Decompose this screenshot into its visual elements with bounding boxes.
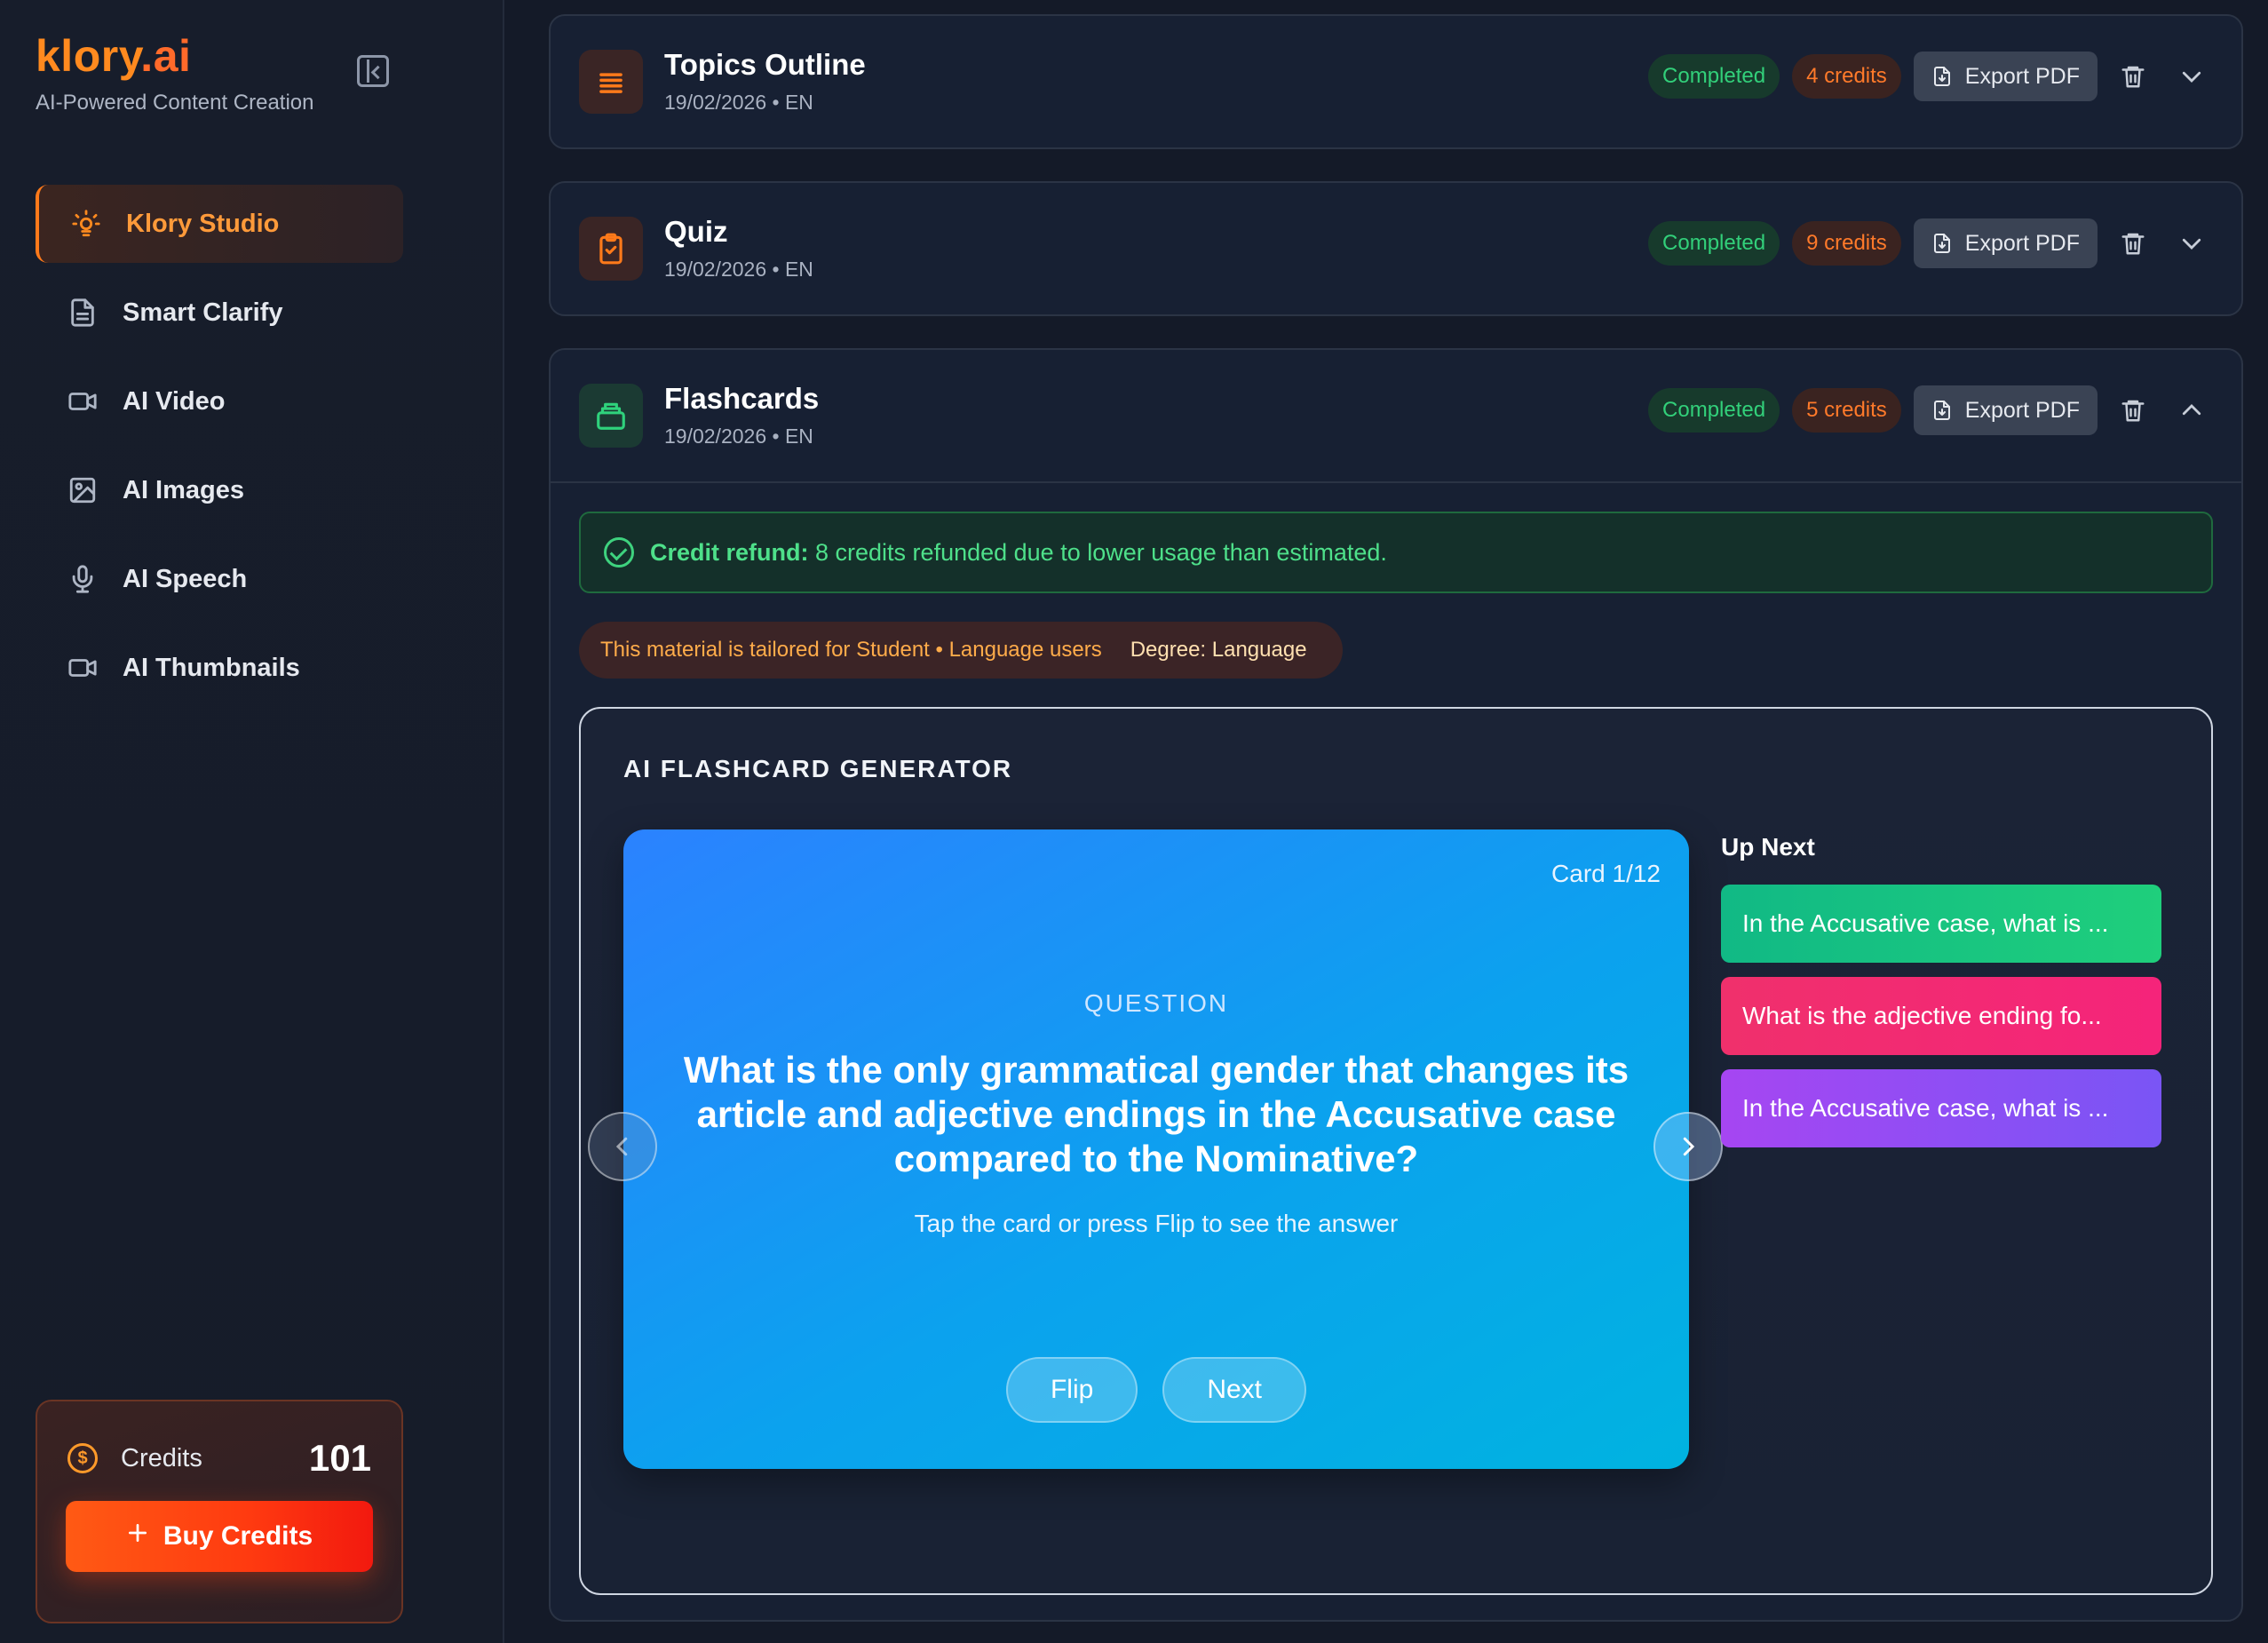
item-title: Topics Outline — [664, 48, 866, 81]
credits-balance: 101 — [308, 1437, 371, 1479]
sidebar-nav: Klory Studio Smart Clarify AI Video AI I… — [36, 185, 403, 718]
up-next-item[interactable]: In the Accusative case, what is ... — [1721, 885, 2161, 963]
sidebar: klory.ai AI-Powered Content Creation Klo… — [0, 0, 504, 1643]
sidebar-item-label: AI Speech — [123, 564, 248, 593]
bulb-icon — [71, 209, 101, 239]
export-pdf-button[interactable]: Export PDF — [1913, 218, 2098, 268]
credits-badge: 4 credits — [1792, 54, 1901, 99]
up-next-panel: Up Next In the Accusative case, what is … — [1721, 829, 2161, 1162]
tailored-for-badge: This material is tailored for Student • … — [579, 622, 1343, 679]
chevron-down-icon[interactable] — [2169, 220, 2215, 266]
item-meta: 19/02/2026 • EN — [664, 91, 813, 114]
degree-text: Degree: Language — [1130, 638, 1307, 662]
sidebar-item-ai-thumbnails[interactable]: AI Thumbnails — [36, 629, 403, 707]
flip-button[interactable]: Flip — [1005, 1357, 1138, 1423]
chevron-right-icon — [1683, 1137, 1695, 1156]
card-counter: Card 1/12 — [1551, 860, 1661, 887]
export-label: Export PDF — [1964, 230, 2080, 256]
credits-card: $ Credits 101 Buy Credits — [36, 1400, 403, 1623]
generator-title: AI FLASHCARD GENERATOR — [623, 755, 1013, 782]
card-side-label: QUESTION — [1083, 989, 1229, 1017]
next-card-arrow-button[interactable] — [1653, 1112, 1723, 1181]
content-item-quiz: Quiz 19/02/2026 • EN Completed 9 credits… — [549, 181, 2243, 316]
sidebar-item-label: AI Images — [123, 475, 244, 504]
cards-stack-icon — [579, 384, 643, 448]
item-header[interactable]: Flashcards 19/02/2026 • EN Completed 5 c… — [551, 350, 2241, 481]
flip-hint: Tap the card or press Flip to see the an… — [914, 1210, 1399, 1237]
video-icon — [67, 653, 98, 683]
refund-text: 8 credits refunded due to lower usage th… — [815, 538, 1387, 566]
export-pdf-button[interactable]: Export PDF — [1913, 385, 2098, 435]
tailored-text: This material is tailored for Student • … — [600, 638, 1102, 662]
brand-logo[interactable]: klory.ai — [36, 30, 314, 82]
chevron-left-icon — [615, 1137, 628, 1156]
clipboard-check-icon — [579, 217, 643, 281]
flashcard-generator: AI FLASHCARD GENERATOR Card 1/12 QUESTIO… — [579, 707, 2213, 1595]
chevron-up-icon[interactable] — [2169, 387, 2215, 433]
status-badge: Completed — [1648, 388, 1780, 433]
trash-icon[interactable] — [2110, 53, 2156, 99]
content-item-flashcards: Flashcards 19/02/2026 • EN Completed 5 c… — [549, 348, 2243, 1622]
microphone-icon — [67, 564, 98, 594]
question-text: What is the only grammatical gender that… — [683, 1049, 1630, 1179]
list-icon — [579, 50, 643, 114]
file-download-icon — [1933, 67, 1950, 86]
sidebar-item-ai-video[interactable]: AI Video — [36, 362, 403, 441]
sidebar-item-label: Klory Studio — [126, 209, 280, 238]
trash-icon[interactable] — [2110, 220, 2156, 266]
up-next-item[interactable]: In the Accusative case, what is ... — [1721, 1069, 2161, 1147]
buy-credits-button[interactable]: Buy Credits — [66, 1501, 373, 1572]
credits-badge: 5 credits — [1792, 388, 1901, 433]
item-title: Quiz — [664, 215, 728, 248]
divider — [551, 481, 2241, 483]
item-meta: 19/02/2026 • EN — [664, 425, 813, 448]
sidebar-item-label: AI Thumbnails — [123, 653, 300, 682]
item-title: Flashcards — [664, 382, 820, 415]
up-next-title: Up Next — [1721, 833, 1815, 861]
trash-icon[interactable] — [2110, 387, 2156, 433]
document-icon — [67, 298, 98, 328]
export-label: Export PDF — [1964, 63, 2080, 89]
item-header[interactable]: Quiz 19/02/2026 • EN Completed 9 credits… — [551, 183, 2241, 314]
status-badge: Completed — [1648, 54, 1780, 99]
status-badge: Completed — [1648, 221, 1780, 266]
sidebar-item-ai-images[interactable]: AI Images — [36, 451, 403, 529]
buy-credits-label: Buy Credits — [163, 1521, 313, 1551]
file-download-icon — [1933, 234, 1950, 253]
brand-subtitle: AI-Powered Content Creation — [36, 91, 314, 115]
item-header[interactable]: Topics Outline 19/02/2026 • EN Completed… — [551, 16, 2241, 147]
coin-icon: $ — [67, 1443, 98, 1473]
sidebar-item-label: Smart Clarify — [123, 298, 283, 327]
chevron-down-icon[interactable] — [2169, 53, 2215, 99]
sidebar-item-smart-clarify[interactable]: Smart Clarify — [36, 274, 403, 352]
credits-label: Credits — [121, 1443, 202, 1472]
item-meta: 19/02/2026 • EN — [664, 258, 813, 281]
brand[interactable]: klory.ai AI-Powered Content Creation — [36, 30, 314, 115]
sidebar-item-ai-speech[interactable]: AI Speech — [36, 540, 403, 618]
collapse-sidebar-icon[interactable] — [357, 55, 389, 87]
previous-card-button[interactable] — [588, 1112, 657, 1181]
next-button[interactable]: Next — [1162, 1357, 1307, 1423]
refund-label: Credit refund: — [650, 538, 809, 566]
flashcard[interactable]: Card 1/12 QUESTION What is the only gram… — [623, 829, 1689, 1469]
plus-icon — [126, 1521, 149, 1552]
content-item-topics-outline: Topics Outline 19/02/2026 • EN Completed… — [549, 14, 2243, 149]
credits-badge: 9 credits — [1792, 221, 1901, 266]
video-icon — [67, 386, 98, 417]
export-label: Export PDF — [1964, 397, 2080, 423]
main-content: Topics Outline 19/02/2026 • EN Completed… — [506, 0, 2268, 1643]
sidebar-item-label: AI Video — [123, 386, 226, 416]
check-circle-icon — [604, 537, 634, 568]
file-download-icon — [1933, 401, 1950, 420]
credit-refund-banner: Credit refund: 8 credits refunded due to… — [579, 512, 2213, 593]
export-pdf-button[interactable]: Export PDF — [1913, 52, 2098, 101]
sidebar-item-klory-studio[interactable]: Klory Studio — [36, 185, 403, 263]
image-icon — [67, 475, 98, 505]
up-next-item[interactable]: What is the adjective ending fo... — [1721, 977, 2161, 1055]
